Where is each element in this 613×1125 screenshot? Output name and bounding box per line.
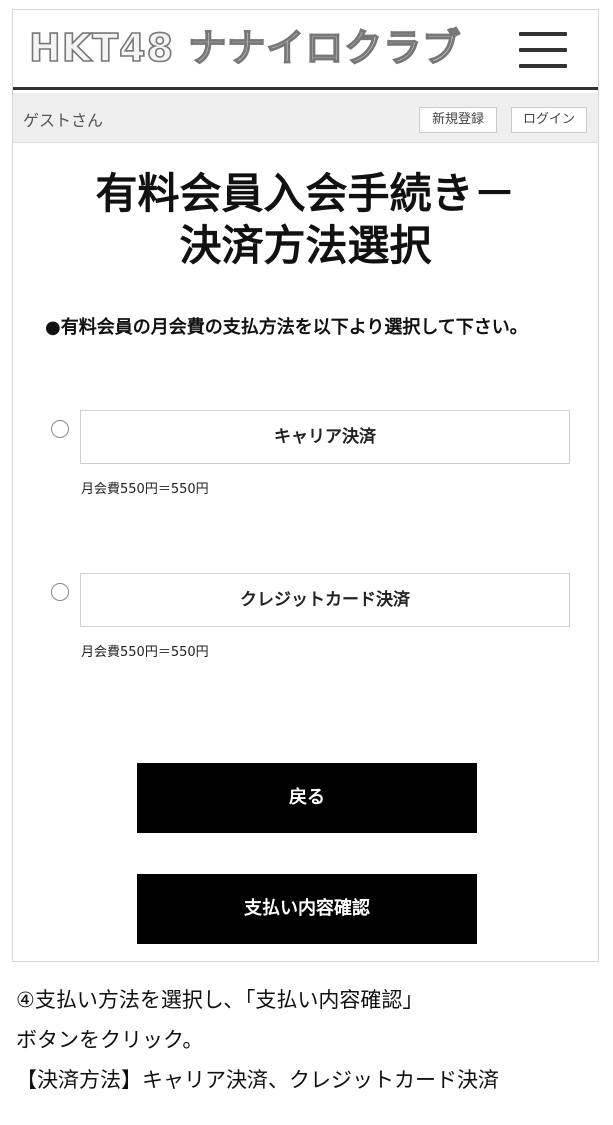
guest-bar: ゲストさん 新規登録 ログイン (13, 93, 598, 143)
radio-carrier-payment[interactable] (51, 420, 69, 438)
instruction-text: ●有料会員の月会費の支払方法を以下より選択して下さい。 (45, 317, 528, 338)
caption-line: ボタンをクリック。 (16, 1028, 204, 1052)
site-header: HKT48 ナナイロクラブ (13, 10, 598, 90)
page-title-line: 決済方法選択 (179, 221, 432, 270)
page-title-line: 有料会員入会手続き－ (95, 169, 516, 218)
register-button[interactable]: 新規登録 (419, 107, 497, 133)
guest-name: ゲストさん (23, 111, 104, 130)
screenshot-frame: HKT48 ナナイロクラブ ゲストさん 新規登録 ログイン 有料会員入会手続き－… (12, 9, 599, 962)
option-carrier-payment[interactable]: キャリア決済 (80, 410, 570, 464)
back-button[interactable]: 戻る (137, 763, 477, 833)
instruction-caption: ④支払い方法を選択し､「支払い内容確認」 ボタンをクリック。 【決済方法】キャリ… (16, 980, 606, 1100)
site-logo[interactable]: HKT48 ナナイロクラブ (28, 24, 461, 72)
radio-credit-card-payment[interactable] (51, 583, 69, 601)
menu-bar (519, 32, 567, 36)
hamburger-menu-icon[interactable] (519, 32, 567, 68)
page-title: 有料会員入会手続き－ 決済方法選択 (13, 168, 598, 272)
fee-credit-card-payment: 月会費550円＝550円 (81, 645, 209, 660)
login-button[interactable]: ログイン (511, 107, 587, 133)
menu-bar (519, 64, 567, 68)
menu-bar (519, 48, 567, 52)
caption-line: 【決済方法】キャリア決済、クレジットカード決済 (16, 1068, 499, 1092)
confirm-payment-button[interactable]: 支払い内容確認 (137, 874, 477, 944)
caption-line: ④支払い方法を選択し､「支払い内容確認」 (16, 988, 424, 1012)
fee-carrier-payment: 月会費550円＝550円 (81, 482, 209, 497)
option-credit-card-payment[interactable]: クレジットカード決済 (80, 573, 570, 627)
